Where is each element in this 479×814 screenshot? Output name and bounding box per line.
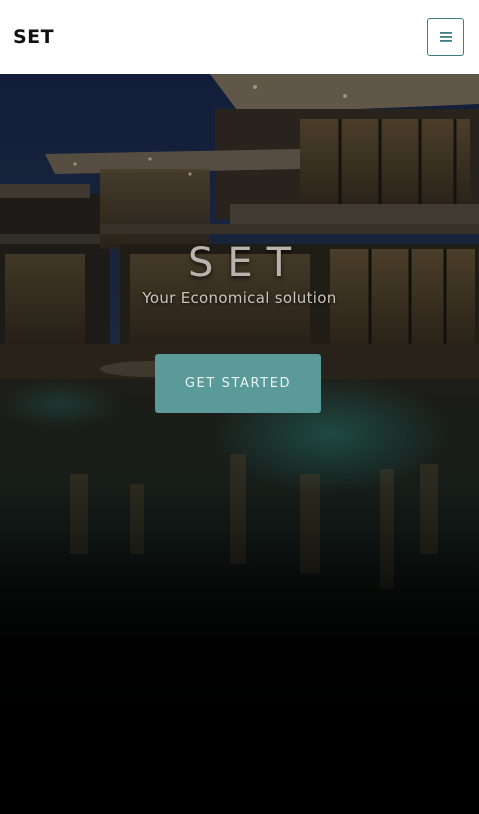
brand-logo[interactable]: SET [13,26,54,48]
menu-toggle-button[interactable] [427,18,464,56]
hero-section: SET Your Economical solution GET STARTED [0,74,479,814]
navbar: SET [0,0,479,74]
hamburger-icon [439,32,452,42]
hero-subtitle: Your Economical solution [142,289,337,307]
get-started-button[interactable]: GET STARTED [155,354,321,413]
hero-background-image [0,74,479,814]
hero-title: SET [187,240,306,286]
